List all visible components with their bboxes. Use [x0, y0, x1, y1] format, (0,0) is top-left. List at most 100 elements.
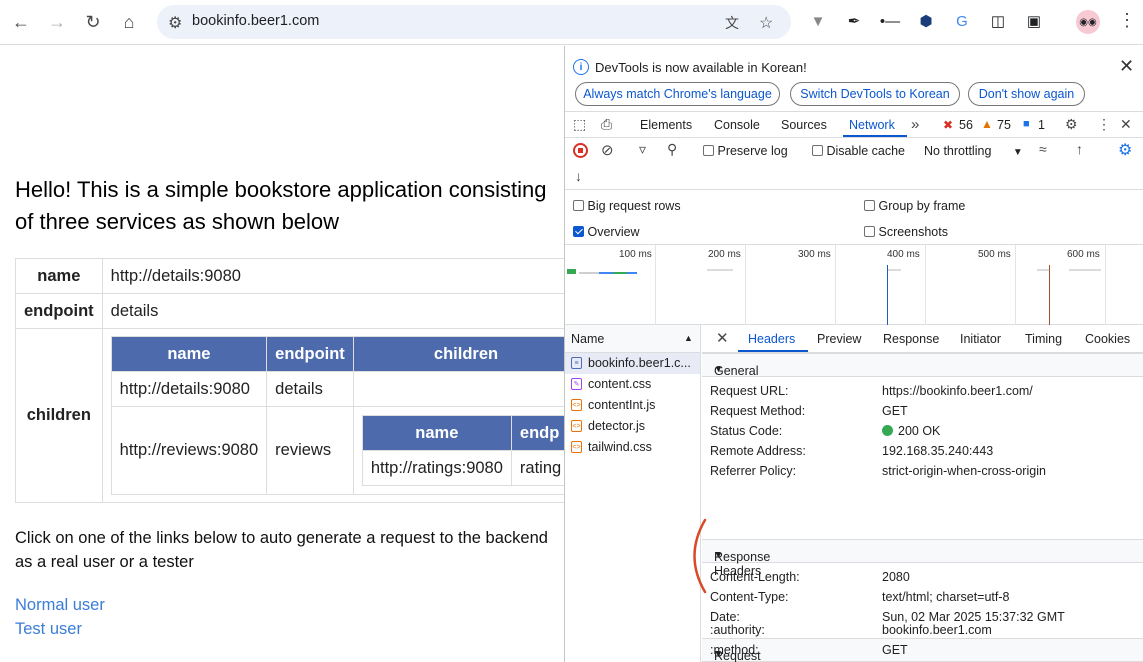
key-cell: endpoint [15, 293, 103, 329]
tab-cookies[interactable]: Cookies [1085, 332, 1130, 346]
throttling-select[interactable]: No throttling ▼ [924, 144, 1023, 158]
request-row[interactable]: ≡ bookinfo.beer1.c... [565, 353, 700, 374]
tab-timing[interactable]: Timing [1025, 332, 1062, 346]
google-translate-extension-icon[interactable]: G [951, 10, 973, 32]
column-header: children [352, 336, 564, 372]
request-bar [599, 272, 613, 274]
eyedropper-extension-icon[interactable]: ✒ [843, 10, 865, 32]
name-column-header[interactable]: Name ▲ [565, 325, 700, 353]
tab-initiator[interactable]: Initiator [960, 332, 1001, 346]
status-ok-icon [882, 425, 893, 436]
message-icon[interactable]: ■ [1023, 118, 1030, 130]
tab-headers[interactable]: Headers [748, 332, 795, 346]
tab-network[interactable]: Network [849, 118, 895, 132]
site-info-icon[interactable]: ⚙ [168, 13, 182, 33]
network-overview-timeline[interactable]: 100 ms 200 ms 300 ms 400 ms 500 ms 600 m… [565, 245, 1143, 325]
extensions-puzzle-icon[interactable]: ▣ [1023, 10, 1045, 32]
response-headers-section-header[interactable]: ▼ Response Headers [702, 539, 1143, 578]
tick-label: 500 ms [978, 249, 1011, 260]
tick-line [655, 245, 656, 325]
inspect-element-icon[interactable]: ⬚ [573, 116, 586, 133]
screenshots-checkbox[interactable]: Screenshots [864, 225, 948, 239]
tick-line [1105, 245, 1106, 325]
test-user-link[interactable]: Test user [15, 620, 82, 639]
stop-recording-icon[interactable] [573, 143, 588, 158]
request-row[interactable]: <> tailwind.css [565, 437, 700, 458]
close-detail-icon[interactable]: ✕ [716, 329, 729, 347]
tab-sources[interactable]: Sources [781, 118, 827, 132]
request-detail: ✕ Headers Preview Response Initiator Tim… [702, 325, 1143, 662]
tick-label: 600 ms [1067, 249, 1100, 260]
back-arrow-icon[interactable]: ← [6, 7, 36, 37]
tick-line [745, 245, 746, 325]
tab-response[interactable]: Response [883, 332, 939, 346]
general-section-header[interactable]: ▼ General [702, 353, 1143, 378]
header-key: Content-Length: [710, 570, 800, 584]
browser-menu-icon[interactable]: ⋮ [1118, 10, 1136, 31]
request-row[interactable]: <> detector.js [565, 416, 700, 437]
value-cell: details [101, 293, 564, 329]
web-page: Hello! This is a simple bookstore applic… [0, 46, 564, 662]
big-request-rows-checkbox[interactable]: Big request rows [573, 199, 681, 213]
search-icon[interactable]: ⚲ [667, 141, 677, 158]
overview-checkbox[interactable]: Overview [573, 225, 640, 239]
header-key: Content-Type: [710, 590, 789, 604]
network-settings-icon[interactable]: ⚙ [1118, 140, 1132, 160]
normal-user-link[interactable]: Normal user [15, 596, 105, 615]
address-bar[interactable]: ⚙ bookinfo.beer1.com 文 ☆ [157, 5, 791, 39]
reload-icon[interactable]: ↻ [78, 7, 108, 37]
cell: name endp http://ratings:9080 rating [352, 406, 564, 495]
disable-cache-checkbox[interactable]: Disable cache [812, 144, 905, 158]
warning-count[interactable]: 75 [997, 118, 1011, 132]
error-icon[interactable]: ✖ [943, 118, 953, 132]
bookmark-star-icon[interactable]: ☆ [759, 13, 773, 33]
url-text[interactable]: bookinfo.beer1.com [192, 13, 319, 29]
match-language-button[interactable]: Always match Chrome's language [575, 82, 780, 106]
script-icon: <> [571, 441, 582, 453]
commit-extension-icon[interactable]: •— [879, 10, 901, 32]
sort-ascending-icon: ▲ [684, 333, 693, 343]
group-by-frame-checkbox[interactable]: Group by frame [864, 199, 965, 213]
settings-gear-icon[interactable]: ⚙ [1065, 116, 1078, 133]
device-toolbar-icon[interactable]: ⎙ [601, 116, 612, 133]
request-row[interactable]: <> contentInt.js [565, 395, 700, 416]
network-conditions-icon[interactable]: ≈ [1039, 141, 1047, 157]
clear-icon[interactable]: ⊘ [601, 141, 614, 159]
tab-preview[interactable]: Preview [817, 332, 861, 346]
script-icon: <> [571, 399, 582, 411]
import-har-icon[interactable]: ↑ [1076, 141, 1083, 157]
close-devtools-icon[interactable]: ✕ [1120, 116, 1132, 133]
more-tabs-icon[interactable]: » [911, 116, 919, 133]
tab-elements[interactable]: Elements [640, 118, 692, 132]
side-panel-icon[interactable]: ◫ [987, 10, 1009, 32]
export-har-icon[interactable]: ↓ [575, 168, 582, 184]
cell [352, 371, 564, 407]
header-key: Referrer Policy: [710, 464, 797, 478]
error-count[interactable]: 56 [959, 118, 973, 132]
message-count[interactable]: 1 [1038, 118, 1045, 132]
header-key: Request Method: [710, 404, 806, 418]
request-headers-section-header[interactable]: ▼ Request Headers [702, 638, 1143, 662]
filter-icon[interactable]: ▿ [639, 141, 646, 158]
header-value: 192.168.35.240:443 [882, 444, 994, 458]
preserve-log-checkbox[interactable]: Preserve log [703, 144, 788, 158]
switch-korean-button[interactable]: Switch DevTools to Korean [790, 82, 960, 106]
dont-show-again-button[interactable]: Don't show again [968, 82, 1085, 106]
profile-avatar[interactable]: ◉◉ [1076, 10, 1100, 34]
vue-extension-icon[interactable]: ▼ [807, 10, 829, 32]
request-bar [627, 272, 637, 274]
tab-console[interactable]: Console [714, 118, 760, 132]
nested-table: name endp http://ratings:9080 rating [361, 415, 564, 486]
warning-icon[interactable]: ▲ [981, 117, 993, 131]
active-tab-indicator [843, 135, 907, 137]
hexagon-extension-icon[interactable]: ⬢ [915, 10, 937, 32]
request-bar [1037, 269, 1049, 271]
forward-arrow-icon[interactable]: → [42, 7, 72, 37]
header-value: https://bookinfo.beer1.com/ [882, 384, 1033, 398]
close-icon[interactable]: ✕ [1119, 56, 1134, 77]
translate-icon[interactable]: 文 [725, 13, 739, 33]
request-list: Name ▲ ≡ bookinfo.beer1.c... ✎ content.c… [565, 325, 701, 662]
home-icon[interactable]: ⌂ [114, 7, 144, 37]
more-options-icon[interactable]: ⋮ [1097, 116, 1111, 133]
request-row[interactable]: ✎ content.css [565, 374, 700, 395]
